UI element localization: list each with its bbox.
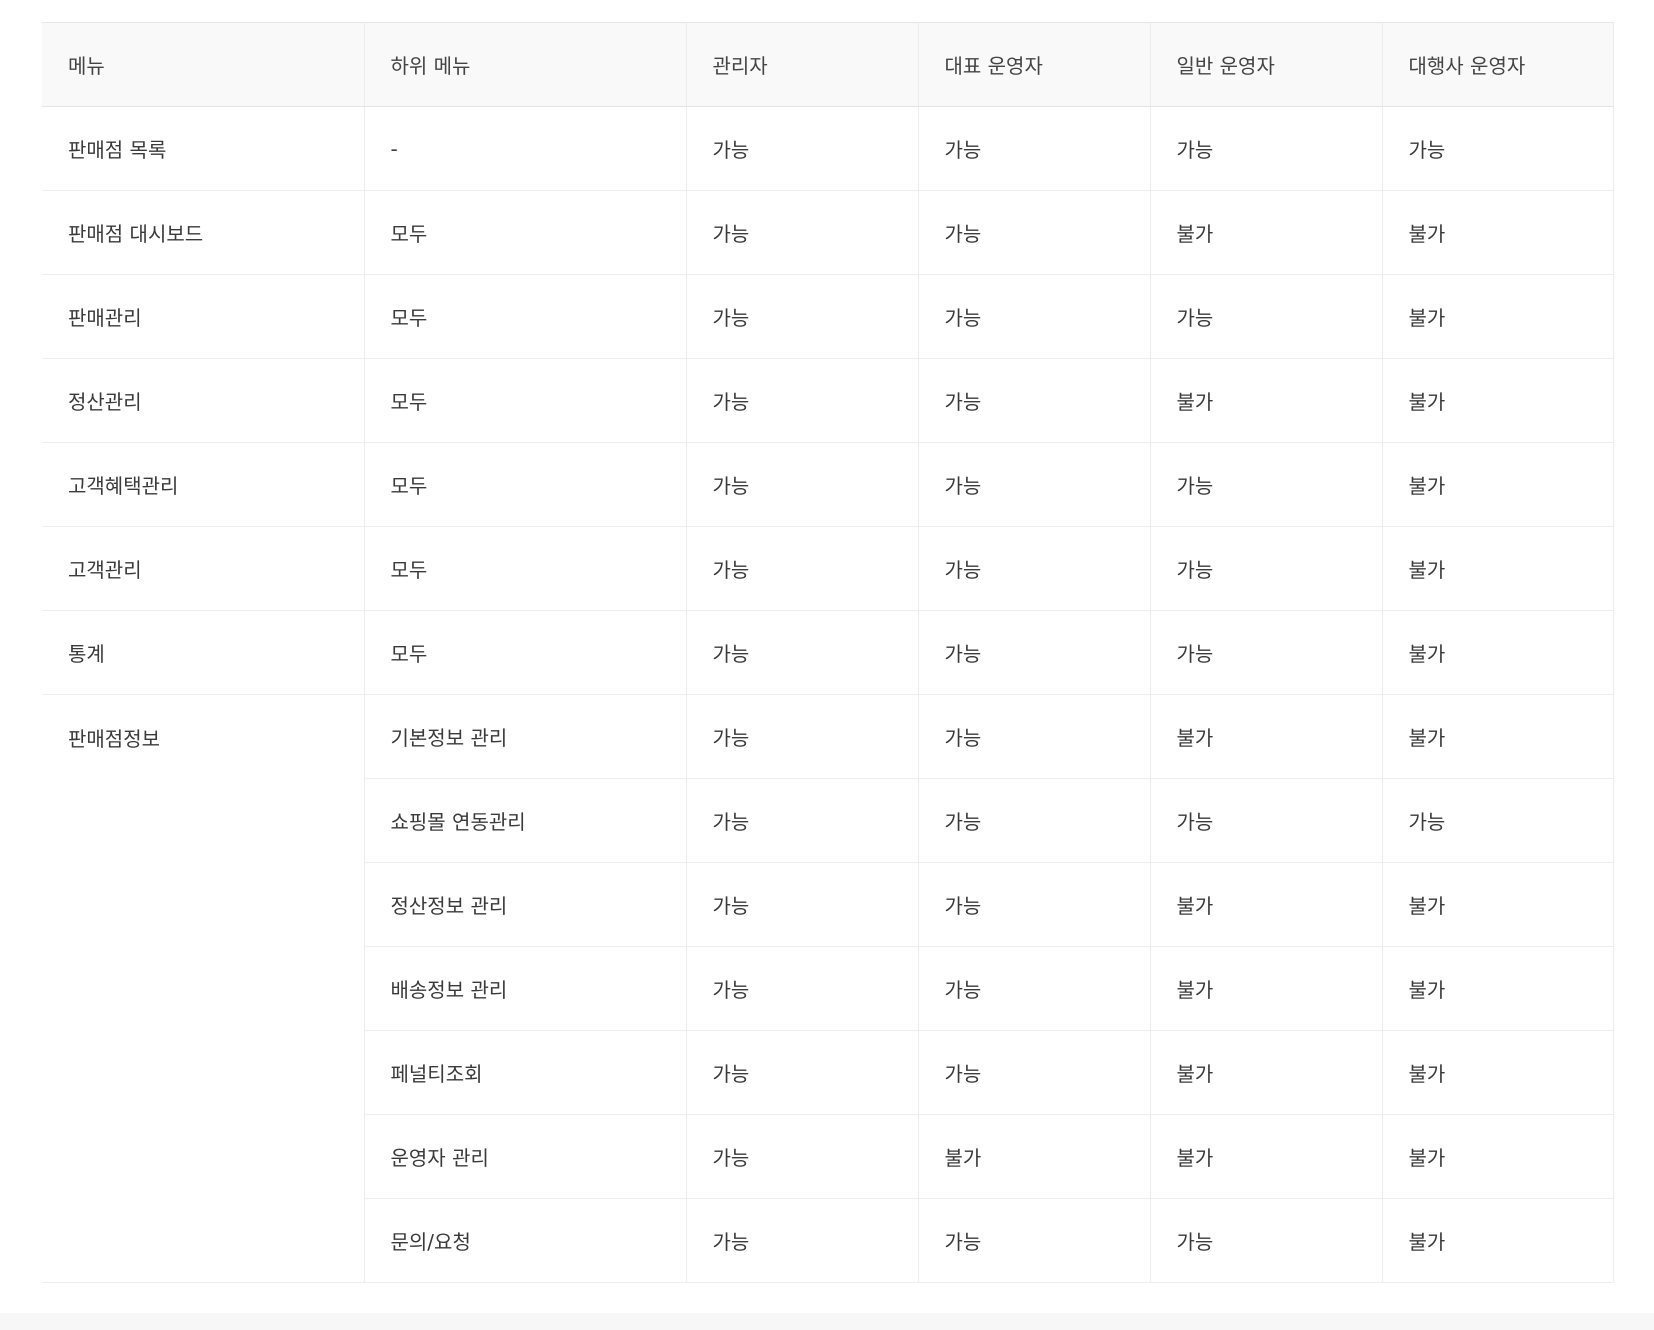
submenu-cell: 문의/요청 bbox=[364, 1198, 687, 1283]
submenu-cell: - bbox=[364, 106, 687, 191]
general-operator-permission-cell: 가능 bbox=[1150, 274, 1383, 359]
general-operator-permission-cell: 가능 bbox=[1150, 106, 1383, 191]
admin-permission-cell: 가능 bbox=[686, 1198, 919, 1283]
general-operator-permission-cell: 가능 bbox=[1150, 778, 1383, 863]
lead-operator-permission-cell: 불가 bbox=[918, 1114, 1151, 1199]
submenu-cell: 모두 bbox=[364, 190, 687, 275]
header-submenu: 하위 메뉴 bbox=[364, 22, 687, 107]
general-operator-permission-cell: 가능 bbox=[1150, 526, 1383, 611]
lead-operator-permission-cell: 가능 bbox=[918, 778, 1151, 863]
agency-operator-permission-cell: 불가 bbox=[1382, 1198, 1614, 1283]
lead-operator-permission-cell: 가능 bbox=[918, 610, 1151, 695]
submenu-cell: 운영자 관리 bbox=[364, 1114, 687, 1199]
admin-permission-cell: 가능 bbox=[686, 946, 919, 1031]
submenu-cell: 페널티조회 bbox=[364, 1030, 687, 1115]
page-bottom-strip bbox=[0, 1313, 1654, 1330]
agency-operator-permission-cell: 불가 bbox=[1382, 610, 1614, 695]
submenu-cell: 모두 bbox=[364, 610, 687, 695]
admin-permission-cell: 가능 bbox=[686, 610, 919, 695]
table-header: 메뉴 하위 메뉴 관리자 대표 운영자 일반 운영자 대행사 운영자 bbox=[42, 22, 1614, 107]
menu-cell: 고객관리 bbox=[42, 526, 365, 611]
permission-table-container: 메뉴 하위 메뉴 관리자 대표 운영자 일반 운영자 대행사 운영자 판매점 목… bbox=[42, 22, 1614, 1283]
agency-operator-permission-cell: 불가 bbox=[1382, 862, 1614, 947]
lead-operator-permission-cell: 가능 bbox=[918, 526, 1151, 611]
header-row: 메뉴 하위 메뉴 관리자 대표 운영자 일반 운영자 대행사 운영자 bbox=[42, 22, 1614, 107]
submenu-cell: 쇼핑몰 연동관리 bbox=[364, 778, 687, 863]
submenu-cell: 배송정보 관리 bbox=[364, 946, 687, 1031]
header-menu: 메뉴 bbox=[42, 22, 365, 107]
lead-operator-permission-cell: 가능 bbox=[918, 442, 1151, 527]
general-operator-permission-cell: 불가 bbox=[1150, 358, 1383, 443]
agency-operator-permission-cell: 불가 bbox=[1382, 1030, 1614, 1115]
general-operator-permission-cell: 불가 bbox=[1150, 1030, 1383, 1115]
table-row: 고객혜택관리 모두 가능 가능 가능 불가 bbox=[42, 442, 1614, 527]
submenu-cell: 모두 bbox=[364, 358, 687, 443]
lead-operator-permission-cell: 가능 bbox=[918, 190, 1151, 275]
agency-operator-permission-cell: 불가 bbox=[1382, 946, 1614, 1031]
admin-permission-cell: 가능 bbox=[686, 526, 919, 611]
admin-permission-cell: 가능 bbox=[686, 694, 919, 779]
admin-permission-cell: 가능 bbox=[686, 778, 919, 863]
agency-operator-permission-cell: 불가 bbox=[1382, 1114, 1614, 1199]
admin-permission-cell: 가능 bbox=[686, 274, 919, 359]
general-operator-permission-cell: 불가 bbox=[1150, 862, 1383, 947]
general-operator-permission-cell: 불가 bbox=[1150, 694, 1383, 779]
table-row: 판매점 대시보드 모두 가능 가능 불가 불가 bbox=[42, 190, 1614, 275]
permission-table: 메뉴 하위 메뉴 관리자 대표 운영자 일반 운영자 대행사 운영자 판매점 목… bbox=[42, 22, 1614, 1283]
submenu-cell: 모두 bbox=[364, 274, 687, 359]
general-operator-permission-cell: 불가 bbox=[1150, 190, 1383, 275]
table-row: 판매점 목록 - 가능 가능 가능 가능 bbox=[42, 106, 1614, 191]
table-body: 판매점 목록 - 가능 가능 가능 가능 판매점 대시보드 모두 가능 가능 불… bbox=[42, 106, 1614, 1283]
lead-operator-permission-cell: 가능 bbox=[918, 946, 1151, 1031]
menu-cell: 통계 bbox=[42, 610, 365, 695]
header-lead-operator: 대표 운영자 bbox=[918, 22, 1151, 107]
table-row: 고객관리 모두 가능 가능 가능 불가 bbox=[42, 526, 1614, 611]
agency-operator-permission-cell: 불가 bbox=[1382, 526, 1614, 611]
table-row: 정산관리 모두 가능 가능 불가 불가 bbox=[42, 358, 1614, 443]
agency-operator-permission-cell: 불가 bbox=[1382, 190, 1614, 275]
submenu-cell: 정산정보 관리 bbox=[364, 862, 687, 947]
submenu-cell: 모두 bbox=[364, 526, 687, 611]
table-row: 통계 모두 가능 가능 가능 불가 bbox=[42, 610, 1614, 695]
menu-cell-group: 판매점정보 bbox=[42, 694, 365, 1283]
table-row: 판매점정보 기본정보 관리 가능 가능 불가 불가 bbox=[42, 694, 1614, 1283]
menu-cell: 판매점 목록 bbox=[42, 106, 365, 191]
table-row: 판매관리 모두 가능 가능 가능 불가 bbox=[42, 274, 1614, 359]
admin-permission-cell: 가능 bbox=[686, 1030, 919, 1115]
lead-operator-permission-cell: 가능 bbox=[918, 1030, 1151, 1115]
agency-operator-permission-cell: 가능 bbox=[1382, 778, 1614, 863]
agency-operator-permission-cell: 불가 bbox=[1382, 694, 1614, 779]
lead-operator-permission-cell: 가능 bbox=[918, 358, 1151, 443]
agency-operator-permission-cell: 가능 bbox=[1382, 106, 1614, 191]
general-operator-permission-cell: 가능 bbox=[1150, 610, 1383, 695]
menu-cell: 고객혜택관리 bbox=[42, 442, 365, 527]
agency-operator-permission-cell: 불가 bbox=[1382, 442, 1614, 527]
menu-cell: 판매점 대시보드 bbox=[42, 190, 365, 275]
admin-permission-cell: 가능 bbox=[686, 1114, 919, 1199]
agency-operator-permission-cell: 불가 bbox=[1382, 358, 1614, 443]
admin-permission-cell: 가능 bbox=[686, 862, 919, 947]
header-admin: 관리자 bbox=[686, 22, 919, 107]
lead-operator-permission-cell: 가능 bbox=[918, 106, 1151, 191]
admin-permission-cell: 가능 bbox=[686, 442, 919, 527]
general-operator-permission-cell: 가능 bbox=[1150, 442, 1383, 527]
admin-permission-cell: 가능 bbox=[686, 106, 919, 191]
admin-permission-cell: 가능 bbox=[686, 358, 919, 443]
lead-operator-permission-cell: 가능 bbox=[918, 274, 1151, 359]
lead-operator-permission-cell: 가능 bbox=[918, 694, 1151, 779]
menu-cell: 정산관리 bbox=[42, 358, 365, 443]
lead-operator-permission-cell: 가능 bbox=[918, 862, 1151, 947]
general-operator-permission-cell: 불가 bbox=[1150, 946, 1383, 1031]
agency-operator-permission-cell: 불가 bbox=[1382, 274, 1614, 359]
header-agency-operator: 대행사 운영자 bbox=[1382, 22, 1614, 107]
header-general-operator: 일반 운영자 bbox=[1150, 22, 1383, 107]
menu-cell: 판매관리 bbox=[42, 274, 365, 359]
admin-permission-cell: 가능 bbox=[686, 190, 919, 275]
general-operator-permission-cell: 불가 bbox=[1150, 1114, 1383, 1199]
lead-operator-permission-cell: 가능 bbox=[918, 1198, 1151, 1283]
submenu-cell: 기본정보 관리 bbox=[364, 694, 687, 779]
general-operator-permission-cell: 가능 bbox=[1150, 1198, 1383, 1283]
submenu-cell: 모두 bbox=[364, 442, 687, 527]
